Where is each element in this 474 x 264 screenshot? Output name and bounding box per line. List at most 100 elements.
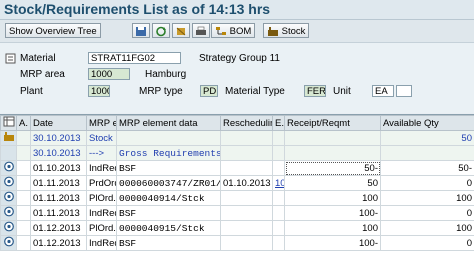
col-e[interactable]: E. — [273, 116, 285, 131]
document-icon[interactable] — [1, 221, 17, 236]
document-icon[interactable] — [1, 206, 17, 221]
cell-date: 01.11.2013 — [31, 176, 87, 191]
col-mrp-element-data[interactable]: MRP element data — [117, 116, 221, 131]
requirements-table: A. Date MRP el. MRP element data Resched… — [0, 114, 474, 264]
col-receipt-reqmt[interactable]: Receipt/Reqmt — [285, 116, 381, 131]
header-form: Material STRAT11FG02 Strategy Group 11 M… — [0, 43, 474, 113]
table-row[interactable]: 01.10.2013 IndReq BSF 50- 50- — [1, 161, 474, 176]
row-select[interactable] — [1, 146, 17, 161]
cell-e — [273, 146, 285, 161]
cell-a — [17, 146, 31, 161]
material-field[interactable]: STRAT11FG02 — [88, 52, 181, 64]
title-bar: Stock/Requirements List as of 14:13 hrs — [0, 0, 474, 20]
cell-mrp-el: PlOrd. — [87, 191, 117, 206]
cell-e — [273, 236, 285, 251]
cell-mrp-el: ---> — [87, 146, 117, 161]
bom-icon — [215, 26, 227, 37]
toolbar: Show Overview Tree BOM Stock — [0, 20, 474, 43]
refresh-icon[interactable] — [152, 23, 170, 38]
cell-qty: 100- — [285, 206, 381, 221]
cell-resch — [221, 236, 273, 251]
cell-date: 01.12.2013 — [31, 221, 87, 236]
cell-avail: 0 — [381, 176, 474, 191]
print-icon[interactable] — [192, 23, 210, 38]
cell-resch — [221, 161, 273, 176]
select-all-icon[interactable] — [1, 116, 17, 131]
unit-extra-field[interactable] — [396, 85, 412, 97]
plant-label: Plant — [20, 86, 43, 97]
cell-mrp-el: IndReq — [87, 206, 117, 221]
stock-button[interactable]: Stock — [263, 23, 309, 38]
mrp-area-name: Hamburg — [145, 69, 186, 80]
cell-qty[interactable]: 50- — [285, 161, 381, 176]
cell-a — [17, 191, 31, 206]
cell-e — [273, 131, 285, 146]
cell-avail: 50- — [381, 161, 474, 176]
col-available-qty[interactable]: Available Qty — [381, 116, 474, 131]
bom-button[interactable]: BOM — [211, 23, 255, 38]
cell-data: Gross Requirements — [117, 146, 221, 161]
document-icon[interactable] — [1, 191, 17, 206]
table-row[interactable]: 30.10.2013 Stock 50 — [1, 131, 474, 146]
strategy-group-text: Strategy Group 11 — [199, 53, 280, 64]
col-a[interactable]: A. — [17, 116, 31, 131]
show-overview-tree-label: Show Overview Tree — [9, 26, 97, 37]
unit-field[interactable]: EA — [372, 85, 394, 97]
cell-a — [17, 131, 31, 146]
cell-avail: 0 — [381, 236, 474, 251]
cell-mrp-el: PlOrd. — [87, 221, 117, 236]
cell-data — [117, 131, 221, 146]
save-icon[interactable] — [132, 23, 150, 38]
table-row[interactable]: 01.11.2013 PlOrd. 0000040914/Stck 100 10… — [1, 191, 474, 206]
cell-resch: 01.10.2013 — [221, 176, 273, 191]
unit-label: Unit — [333, 86, 351, 97]
cell-date: 30.10.2013 — [31, 131, 87, 146]
cell-date: 30.10.2013 — [31, 146, 87, 161]
factory-icon — [267, 26, 279, 37]
tool-icon[interactable] — [172, 23, 190, 38]
cell-mrp-el: IndReq — [87, 236, 117, 251]
col-mrp-el[interactable]: MRP el. — [87, 116, 117, 131]
document-icon[interactable] — [1, 161, 17, 176]
cell-qty: 50 — [285, 176, 381, 191]
cell-date: 01.11.2013 — [31, 206, 87, 221]
cell-qty: 100 — [285, 191, 381, 206]
cell-date: 01.11.2013 — [31, 191, 87, 206]
cell-qty — [285, 131, 381, 146]
cell-avail: 100 — [381, 221, 474, 236]
plant-field[interactable]: 1000 — [88, 85, 110, 97]
col-rescheduling[interactable]: Reschedulin — [221, 116, 273, 131]
cell-data: 0000040915/Stck — [117, 221, 221, 236]
col-date[interactable]: Date — [31, 116, 87, 131]
cell-resch — [221, 191, 273, 206]
cell-mrp-el: Stock — [87, 131, 117, 146]
show-overview-tree-button[interactable]: Show Overview Tree — [5, 23, 101, 38]
material-label: Material — [20, 53, 56, 64]
mrp-area-field[interactable]: 1000 — [88, 68, 130, 80]
cell-e[interactable]: 10 — [273, 176, 285, 191]
table-header: A. Date MRP el. MRP element data Resched… — [1, 116, 474, 131]
cell-qty — [285, 146, 381, 161]
mrp-type-label: MRP type — [139, 86, 183, 97]
cell-mrp-el: IndReq — [87, 161, 117, 176]
cell-mrp-el: PrdOrd. — [87, 176, 117, 191]
table-row[interactable]: 30.10.2013 ---> Gross Requirements — [1, 146, 474, 161]
cell-avail — [381, 146, 474, 161]
table-row[interactable]: 01.11.2013 PrdOrd. 000060003747/ZR01/PD … — [1, 176, 474, 191]
factory-icon[interactable] — [1, 131, 17, 146]
document-icon[interactable] — [1, 176, 17, 191]
cell-data: BSF — [117, 206, 221, 221]
table-row[interactable]: 01.11.2013 IndReq BSF 100- 0 — [1, 206, 474, 221]
material-type-field[interactable]: FERT — [304, 85, 326, 97]
cell-avail: 0 — [381, 206, 474, 221]
cell-date: 01.12.2013 — [31, 236, 87, 251]
cell-data: 000060003747/ZR01/PD — [117, 176, 221, 191]
table-row[interactable]: 01.12.2013 IndReq BSF 100- 0 — [1, 236, 474, 251]
document-icon[interactable] — [1, 236, 17, 251]
cell-qty: 100- — [285, 236, 381, 251]
table-row[interactable]: 01.12.2013 PlOrd. 0000040915/Stck 100 10… — [1, 221, 474, 236]
mrp-area-label: MRP area — [20, 69, 65, 80]
page-title: Stock/Requirements List as of 14:13 hrs — [4, 1, 270, 17]
mrp-type-field[interactable]: PD — [200, 85, 218, 97]
cell-a — [17, 161, 31, 176]
